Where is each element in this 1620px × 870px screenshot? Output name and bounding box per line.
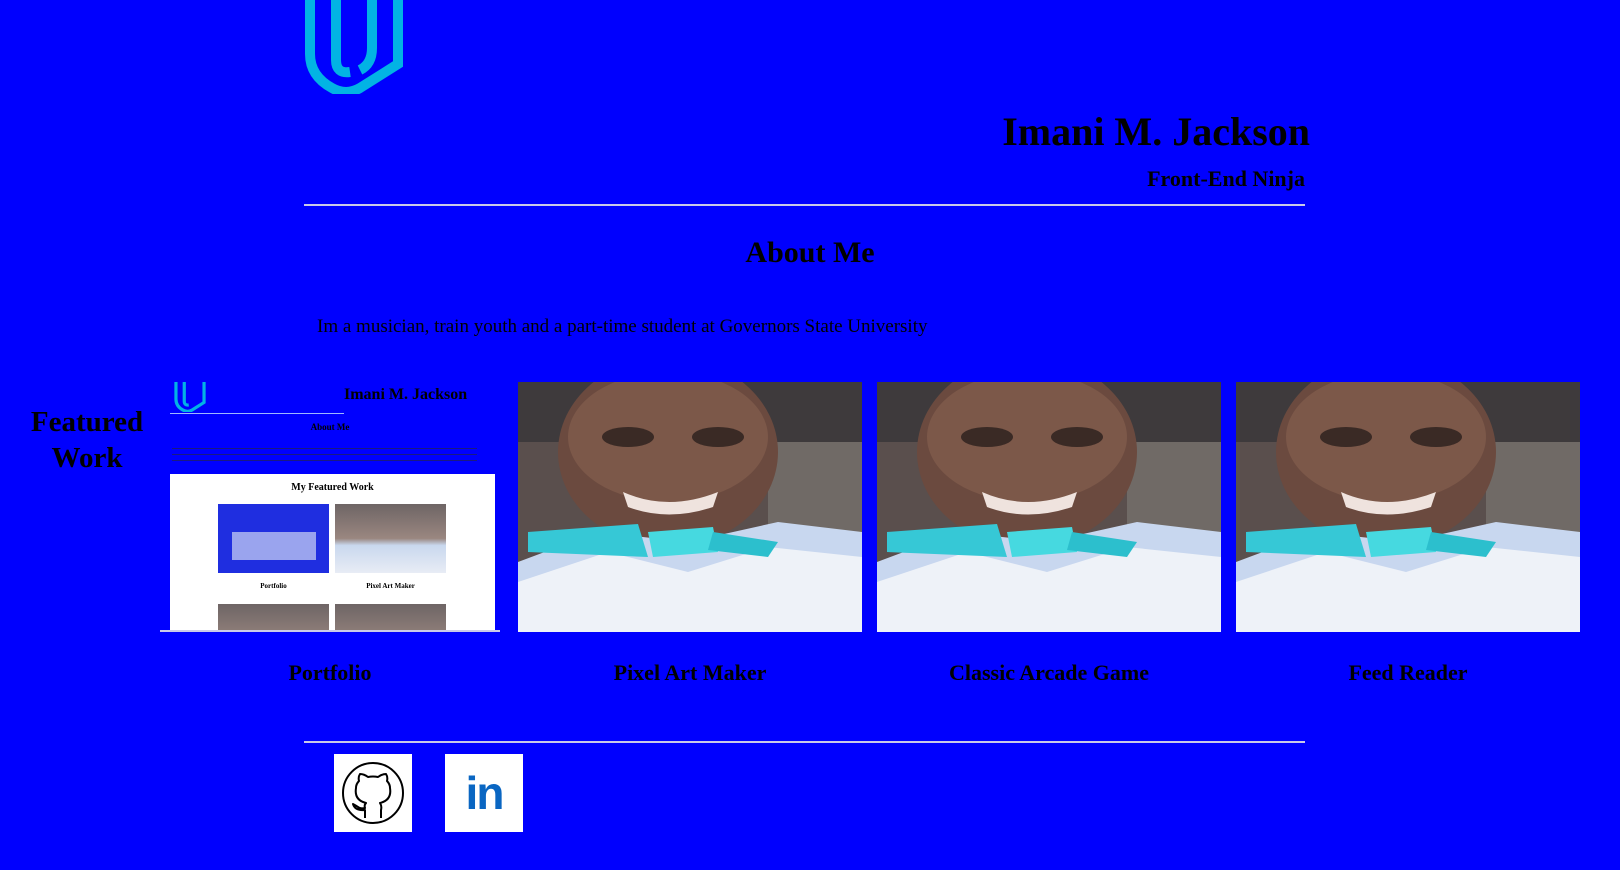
mini-caption-2: Pixel Art Maker xyxy=(366,582,415,590)
about-text: Im a musician, train youth and a part-ti… xyxy=(317,316,928,337)
mini-text-lines xyxy=(172,446,477,466)
mini-inner-title: My Featured Work xyxy=(291,482,374,493)
portfolio-page: Imani M. Jackson Front-End Ninja About M… xyxy=(0,0,1620,870)
udacity-logo-icon xyxy=(305,0,403,94)
profile-photo[interactable] xyxy=(1236,357,1580,632)
mini-thumb-4 xyxy=(335,604,446,632)
mini-thumb-2 xyxy=(335,504,446,573)
project-card-classic-arcade-game[interactable]: Classic Arcade Game xyxy=(877,357,1221,685)
mini-name: Imani M. Jackson xyxy=(344,386,468,403)
profile-photo[interactable] xyxy=(518,357,862,632)
profile-photo[interactable] xyxy=(877,357,1221,632)
linkedin-link[interactable]: in xyxy=(445,754,523,832)
about-heading: About Me xyxy=(745,236,875,269)
github-icon xyxy=(342,762,404,824)
mini-divider xyxy=(170,413,344,414)
mini-logo-icon xyxy=(174,382,206,412)
mini-thumb-1 xyxy=(218,504,329,573)
mini-inner-frame: My Featured Work Portfolio Pixel Art Mak… xyxy=(170,474,495,632)
page-title: Imani M. Jackson xyxy=(1002,109,1310,154)
linkedin-icon: in xyxy=(465,767,505,819)
featured-work-heading: Featured Work xyxy=(30,406,144,474)
mini-thumb-3 xyxy=(218,604,329,632)
project-caption: Classic Arcade Game xyxy=(948,660,1149,685)
project-caption: Feed Reader xyxy=(1348,660,1468,685)
mini-caption-1: Portfolio xyxy=(260,582,287,590)
mini-base-line xyxy=(160,630,500,632)
project-caption: Pixel Art Maker xyxy=(613,660,767,685)
portfolio-screenshot[interactable]: Imani M. Jackson About Me My Featured Wo… xyxy=(160,382,500,632)
header-divider xyxy=(304,204,1305,206)
mini-about: About Me xyxy=(310,422,350,432)
github-link[interactable] xyxy=(334,754,412,832)
project-caption: Portfolio xyxy=(288,660,372,685)
project-card-portfolio[interactable]: Imani M. Jackson About Me My Featured Wo… xyxy=(160,382,500,685)
page-subtitle: Front-End Ninja xyxy=(1147,166,1305,191)
project-card-pixel-art-maker[interactable]: Pixel Art Maker xyxy=(518,357,862,685)
footer-divider xyxy=(304,741,1305,743)
project-card-feed-reader[interactable]: Feed Reader xyxy=(1236,357,1580,685)
